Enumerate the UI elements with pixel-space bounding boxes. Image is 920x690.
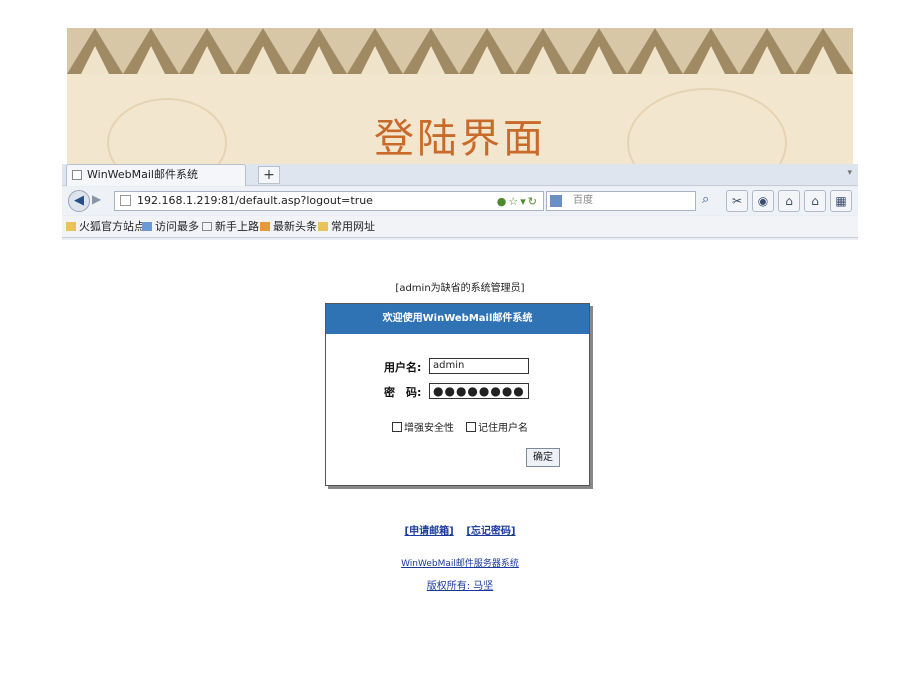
most-visited-icon — [142, 222, 152, 231]
tab-winwebmail[interactable]: WinWebMail邮件系统 — [66, 164, 246, 186]
search-icon[interactable]: ⌕ — [702, 192, 709, 207]
remember-user-checkbox[interactable]: 记住用户名 — [466, 419, 528, 434]
submit-button[interactable]: 确定 — [526, 448, 560, 467]
checkbox-icon — [392, 422, 402, 432]
page-icon — [72, 170, 82, 180]
tab-strip: WinWebMail邮件系统 + ▾ — [62, 164, 858, 186]
menu-icon[interactable]: ▦ — [830, 190, 852, 212]
tab-title: WinWebMail邮件系统 — [87, 168, 198, 181]
address-bar[interactable]: 192.168.1.219:81/default.asp?logout=true… — [114, 191, 544, 211]
bookmarks-toolbar: 火狐官方站点 访问最多 新手上路 最新头条 常用网址 — [62, 216, 858, 238]
bookmark-item[interactable]: 常用网址 — [318, 216, 375, 238]
copyright-text[interactable]: 版权所有: 马坚 — [0, 577, 920, 592]
forgot-password-link[interactable]: [忘记密码] — [466, 526, 515, 537]
search-engine-icon[interactable] — [550, 195, 562, 207]
browser-chrome: WinWebMail邮件系统 + ▾ ◀ ▶ 192.168.1.219:81/… — [62, 164, 858, 240]
login-header: 欢迎使用WinWebMail邮件系统 — [326, 304, 589, 334]
page-icon — [202, 222, 212, 231]
username-value: admin — [433, 360, 465, 371]
home-icon[interactable]: ⌂ — [778, 190, 800, 212]
addon-icon[interactable]: ◉ — [752, 190, 774, 212]
enhance-security-checkbox[interactable]: 增强安全性 — [392, 419, 454, 434]
address-text: 192.168.1.219:81/default.asp?logout=true — [137, 194, 373, 207]
account-links: [申请邮箱] [忘记密码] — [0, 522, 920, 537]
decorative-border-pattern — [67, 28, 853, 74]
scissors-icon[interactable]: ✂ — [726, 190, 748, 212]
username-label: 用户名: — [384, 361, 422, 374]
apply-mailbox-link[interactable]: [申请邮箱] — [405, 526, 454, 537]
new-tab-button[interactable]: + — [258, 166, 280, 184]
rss-icon — [260, 222, 270, 231]
bookmark-item[interactable]: 最新头条 — [260, 216, 317, 238]
product-link[interactable]: WinWebMail邮件服务器系统 — [0, 556, 920, 569]
bookmark-item[interactable]: 火狐官方站点 — [66, 216, 145, 238]
folder-icon — [66, 222, 76, 231]
bookmark-reload-icon[interactable]: ●☆▾↻ — [497, 193, 539, 211]
login-panel: 欢迎使用WinWebMail邮件系统 用户名: admin 密 码: ●●●●●… — [325, 303, 590, 486]
tab-list-icon[interactable]: ▾ — [847, 168, 852, 178]
bookmark-item[interactable]: 新手上路 — [202, 216, 259, 238]
bookmark-item[interactable]: 访问最多 — [142, 216, 199, 238]
admin-note: [admin为缺省的系统管理员] — [395, 283, 525, 294]
sync-icon[interactable]: ⌂ — [804, 190, 826, 212]
forward-button[interactable]: ▶ — [92, 192, 101, 206]
checkbox-icon — [466, 422, 476, 432]
search-placeholder: 百度 — [573, 195, 593, 206]
password-field[interactable]: ●●●●●●●● — [429, 383, 529, 399]
site-identity-icon — [120, 195, 131, 206]
username-field[interactable]: admin — [429, 358, 529, 374]
password-value: ●●●●●●●● — [433, 384, 525, 398]
password-label: 密 码: — [384, 386, 422, 399]
slide-title: 登陆界面 — [374, 116, 546, 162]
folder-icon — [318, 222, 328, 231]
navigation-bar: ◀ ▶ 192.168.1.219:81/default.asp?logout=… — [62, 187, 858, 215]
slide-banner: 登陆界面 — [67, 28, 853, 166]
back-button[interactable]: ◀ — [68, 190, 90, 212]
search-input[interactable]: 百度 — [546, 191, 696, 211]
